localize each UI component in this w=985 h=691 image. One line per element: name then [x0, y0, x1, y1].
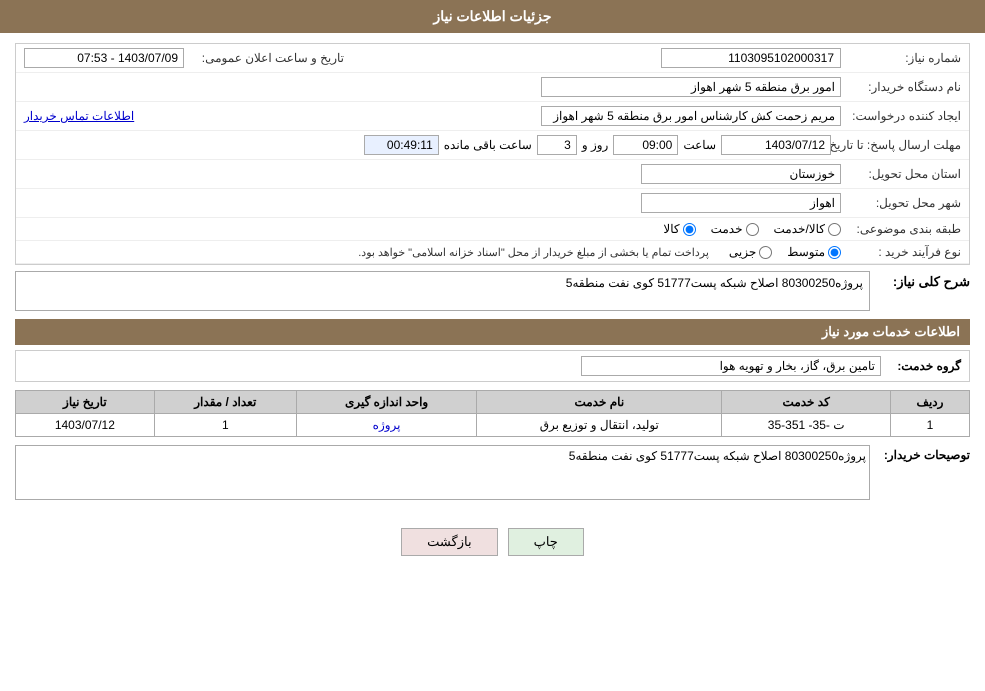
table-header-name: نام خدمت [477, 391, 722, 414]
announcement-date-value: 1403/07/09 - 07:53 [24, 48, 184, 68]
table-cell-code: ت -35- 351-35 [722, 414, 891, 437]
creator-label: ایجاد کننده درخواست: [841, 109, 961, 123]
purchase-type-option-jozii[interactable]: جزیی [729, 245, 772, 259]
buyer-notes-textarea[interactable] [15, 445, 870, 500]
city-value: اهواز [641, 193, 841, 213]
category-radio-group: کالا/خدمت خدمت کالا [663, 222, 841, 236]
need-number-value: 1103095102000317 [661, 48, 841, 68]
category-option-kala[interactable]: کالا [663, 222, 695, 236]
deadline-remaining: 00:49:11 [364, 135, 439, 155]
service-group-value: تامین برق، گاز، بخار و تهویه هوا [581, 356, 881, 376]
table-header-unit: واحد اندازه گیری [296, 391, 476, 414]
service-info-title: اطلاعات خدمات مورد نیاز [15, 319, 970, 345]
deadline-time: 09:00 [613, 135, 678, 155]
table-header-qty: تعداد / مقدار [154, 391, 296, 414]
purchase-type-note: پرداخت تمام یا بخشی از مبلغ خریدار از مح… [358, 246, 709, 259]
table-cell-unit: پروژه [296, 414, 476, 437]
need-number-label: شماره نیاز: [841, 51, 961, 65]
table-cell-date: 1403/07/12 [16, 414, 155, 437]
table-cell-qty: 1 [154, 414, 296, 437]
service-group-label: گروه خدمت: [881, 359, 961, 373]
buyer-station-label: نام دستگاه خریدار: [841, 80, 961, 94]
need-description-label: شرح کلی نیاز: [870, 271, 970, 290]
deadline-time-label: ساعت [678, 138, 721, 152]
category-option-kala-khedmat[interactable]: کالا/خدمت [774, 222, 841, 236]
deadline-days-label: روز و [577, 138, 614, 152]
table-cell-name: تولید، انتقال و توزیع برق [477, 414, 722, 437]
table-header-date: تاریخ نیاز [16, 391, 155, 414]
need-number-field: 1103095102000317 [661, 48, 841, 68]
deadline-label: مهلت ارسال پاسخ: تا تاریخ: [831, 138, 961, 152]
province-label: استان محل تحویل: [841, 167, 961, 181]
page-header: جزئیات اطلاعات نیاز [0, 0, 985, 33]
table-row: 1 ت -35- 351-35 تولید، انتقال و توزیع بر… [16, 414, 970, 437]
need-description-value: پروژه80300250 اصلاح شبکه پست51777 کوی نف… [15, 271, 870, 311]
purchase-type-option-motavasset[interactable]: متوسط [787, 245, 841, 259]
category-label: طبقه بندی موضوعی: [841, 222, 961, 236]
print-button[interactable]: چاپ [508, 528, 584, 556]
table-header-row: ردیف [891, 391, 970, 414]
announcement-date-label: تاریخ و ساعت اعلان عمومی: [184, 51, 344, 65]
province-value: خوزستان [641, 164, 841, 184]
category-option-khedmat[interactable]: خدمت [711, 222, 759, 236]
deadline-days: 3 [537, 135, 577, 155]
deadline-date: 1403/07/12 [721, 135, 831, 155]
contact-info-link[interactable]: اطلاعات تماس خریدار [24, 109, 134, 123]
purchase-type-radio-group: متوسط جزیی [729, 245, 841, 259]
buyer-notes-label: توصیحات خریدار: [870, 445, 970, 462]
page-title: جزئیات اطلاعات نیاز [433, 8, 551, 24]
deadline-remaining-label: ساعت باقی مانده [439, 138, 537, 152]
purchase-type-label: نوع فرآیند خرید : [841, 245, 961, 259]
services-table: ردیف کد خدمت نام خدمت واحد اندازه گیری ت… [15, 390, 970, 437]
buyer-station-value: امور برق منطقه 5 شهر اهواز [541, 77, 841, 97]
back-button[interactable]: بازگشت [401, 528, 497, 556]
table-cell-row: 1 [891, 414, 970, 437]
creator-value: مریم زحمت کش کارشناس امور برق منطقه 5 شه… [541, 106, 841, 126]
button-row: چاپ بازگشت [0, 518, 985, 566]
city-label: شهر محل تحویل: [841, 196, 961, 210]
table-header-code: کد خدمت [722, 391, 891, 414]
